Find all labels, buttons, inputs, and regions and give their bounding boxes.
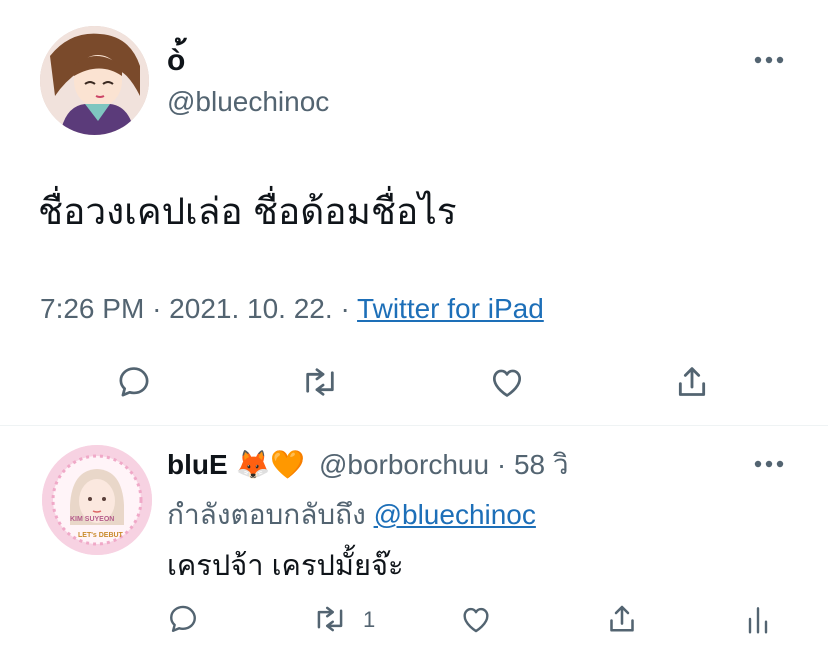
retweet-icon[interactable] [300, 363, 340, 401]
reply-icon[interactable] [166, 602, 200, 636]
reply-time-ago[interactable]: 58 วิ [514, 449, 569, 480]
replying-to-handle[interactable]: @bluechinoc [374, 499, 536, 530]
tweet-date: 2021. 10. 22. [169, 293, 333, 324]
meta-separator: · [340, 293, 350, 324]
reply-name-emojis: 🦊🧡 [235, 449, 306, 480]
main-display-name[interactable]: ò้ [167, 44, 185, 78]
analytics-icon[interactable] [744, 603, 772, 635]
avatar-caption-2: LET's DEBUT [78, 532, 123, 539]
reply-text: เครปจ้า เครปมั้ยจ๊ะ [167, 550, 404, 582]
replying-to-label: กำลังตอบกลับถึง [167, 499, 366, 530]
like-icon[interactable] [487, 363, 527, 401]
main-avatar[interactable] [40, 26, 149, 135]
reply-icon[interactable] [115, 363, 153, 401]
more-dots-icon[interactable] [752, 456, 786, 472]
share-icon[interactable] [672, 362, 712, 402]
retweet-icon[interactable] [312, 602, 348, 636]
meta-separator: · [152, 293, 162, 324]
more-dots-icon[interactable] [752, 52, 786, 68]
share-icon[interactable] [604, 601, 640, 637]
tweet-time: 7:26 PM [40, 293, 145, 324]
like-icon[interactable] [458, 602, 494, 636]
divider [0, 425, 828, 426]
meta-separator: · [496, 449, 507, 480]
anime-character-avatar-icon [40, 26, 149, 135]
main-tweet-text: ชื่อวงเคปเล่อ ชื่อด้อมชื่อไร [38, 191, 457, 232]
tweet-meta: 7:26 PM · 2021. 10. 22. · Twitter for iP… [40, 292, 544, 326]
retweet-count: 1 [363, 607, 376, 632]
tweet-source-link[interactable]: Twitter for iPad [357, 293, 544, 324]
reply-display-name[interactable]: bluE [167, 449, 228, 480]
reply-header: bluE 🦊🧡 @borborchuu · 58 วิ [167, 448, 569, 482]
replying-to: กำลังตอบกลับถึง @bluechinoc [167, 498, 536, 532]
avatar-caption-1: KIM SUYEON [70, 516, 115, 523]
main-handle[interactable]: @bluechinoc [167, 86, 329, 118]
reply-handle[interactable]: @borborchuu [319, 449, 489, 480]
